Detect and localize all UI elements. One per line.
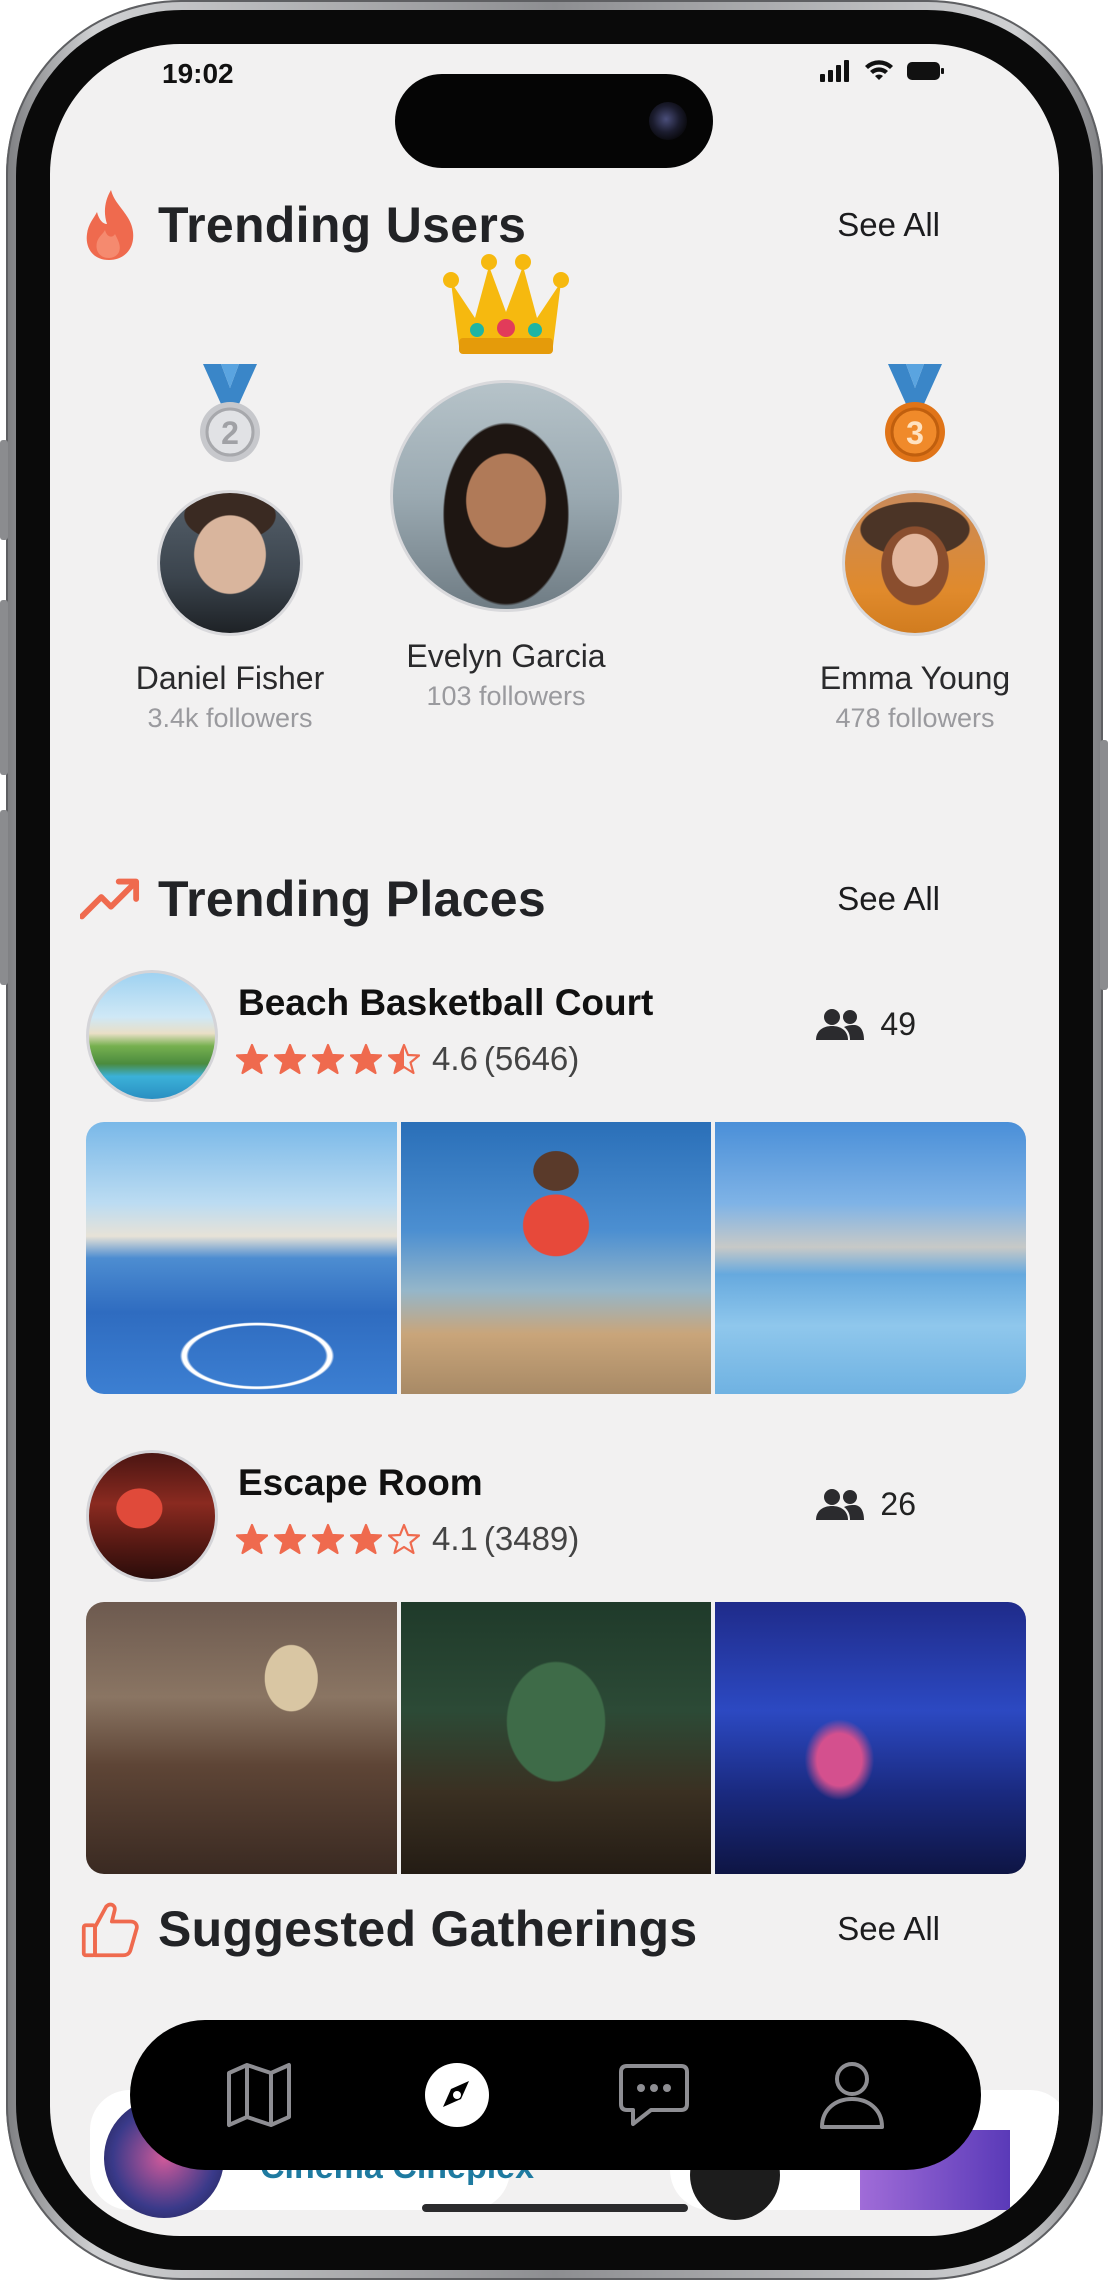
compass-icon: [424, 2063, 489, 2127]
star-icon: [388, 1523, 420, 1555]
place-rating: 4.6 (5646): [236, 1040, 579, 1078]
escape-room-vanity-photo[interactable]: [86, 1602, 397, 1874]
evelyn-garcia-photo: [393, 383, 619, 609]
basketball-player-photo[interactable]: [400, 1122, 712, 1394]
crown-icon: [443, 254, 569, 354]
rating-value: 4.1: [432, 1520, 478, 1557]
attendee-number: 49: [880, 1006, 916, 1042]
escape-room-thumbnail-image: [89, 1453, 215, 1579]
daniel-fisher-photo: [160, 493, 300, 633]
avatar[interactable]: [842, 490, 988, 636]
side-button: [0, 440, 8, 540]
place-thumbnail[interactable]: [86, 970, 218, 1102]
emma-young-photo: [845, 493, 985, 633]
place-thumbnail[interactable]: [86, 1450, 218, 1582]
star-icon: [350, 1043, 382, 1075]
suggested-gatherings-title: Suggested Gatherings: [158, 1901, 698, 1957]
silver-medal-rank: 2: [221, 415, 239, 451]
people-icon: [816, 1488, 865, 1520]
map-icon: [226, 2063, 291, 2127]
star-icon: [312, 1523, 344, 1555]
rating-stars: [236, 1043, 420, 1075]
escape-room-cage-photo[interactable]: [400, 1602, 712, 1874]
trending-places-see-all-link[interactable]: See All: [837, 880, 940, 918]
nav-explore-button[interactable]: [402, 2040, 512, 2150]
bronze-medal-rank: 3: [906, 415, 924, 451]
beach-court-photo[interactable]: [86, 1122, 397, 1394]
user-name: Evelyn Garcia: [406, 638, 606, 674]
beach-court-thumbnail-image: [89, 973, 215, 1099]
star-icon: [236, 1043, 268, 1075]
camera-icon: [649, 102, 687, 140]
place-rating: 4.1 (3489): [236, 1520, 579, 1558]
silver-medal-icon: 2: [200, 364, 260, 462]
escape-room-neon-photo[interactable]: [715, 1602, 1026, 1874]
user-followers: 3.4k followers: [147, 703, 313, 733]
chat-bubble-icon: [619, 2064, 690, 2126]
suggested-gatherings-header: Suggested Gatherings See All: [80, 1894, 1010, 1964]
suggested-gatherings-see-all-link[interactable]: See All: [837, 1910, 940, 1948]
avatar[interactable]: [390, 380, 622, 612]
star-icon: [274, 1523, 306, 1555]
trending-places-header: Trending Places See All: [80, 864, 1010, 934]
volume-up-button: [0, 600, 8, 775]
bottom-navigation: [130, 2020, 981, 2170]
attendee-count: 49: [814, 1006, 916, 1043]
dynamic-island: [395, 74, 713, 168]
star-icon: [274, 1043, 306, 1075]
status-icons: [820, 60, 946, 82]
user-name: Emma Young: [819, 660, 1011, 696]
star-icon: [388, 1043, 420, 1075]
bronze-medal-icon: 3: [885, 364, 945, 462]
trending-users-see-all-link[interactable]: See All: [837, 206, 940, 244]
user-followers: 103 followers: [426, 681, 586, 711]
people-icon: [816, 1008, 865, 1040]
trending-places-title: Trending Places: [158, 871, 546, 927]
trending-user-card[interactable]: 2 Daniel Fisher 3.4k followers: [130, 364, 330, 734]
nav-profile-button[interactable]: [797, 2040, 907, 2150]
place-photo-strip: [86, 1122, 1026, 1394]
user-followers: 478 followers: [835, 703, 995, 733]
status-time: 19:02: [162, 58, 234, 89]
attendee-number: 26: [880, 1486, 916, 1522]
court-view-photo[interactable]: [715, 1122, 1026, 1394]
trending-up-icon: [80, 864, 140, 934]
avatar[interactable]: [157, 490, 303, 636]
rating-value: 4.6: [432, 1040, 478, 1077]
power-button: [1100, 740, 1108, 990]
battery-icon: [907, 62, 944, 80]
home-indicator: [422, 2204, 688, 2212]
signal-icon: [820, 60, 849, 82]
review-count: (5646): [483, 1040, 580, 1077]
person-icon: [820, 2062, 885, 2129]
nav-map-button[interactable]: [204, 2040, 314, 2150]
place-photo-strip: [86, 1602, 1026, 1874]
thumbs-up-icon: [80, 1894, 140, 1964]
attendee-count: 26: [814, 1486, 916, 1523]
wifi-icon: [865, 60, 893, 80]
star-icon: [236, 1523, 268, 1555]
rating-stars: [236, 1523, 420, 1555]
app-screen: 19:02 Trending Users See All 2 Daniel Fi…: [50, 44, 1059, 2236]
place-name: Beach Basketball Court: [238, 982, 654, 1023]
place-item[interactable]: Beach Basketball Court 4.6 (5646) 49: [86, 970, 986, 1102]
volume-down-button: [0, 810, 8, 985]
user-name: Daniel Fisher: [135, 660, 325, 696]
nav-chat-button[interactable]: [599, 2040, 709, 2150]
place-name: Escape Room: [238, 1462, 483, 1503]
place-item[interactable]: Escape Room 4.1 (3489) 26: [86, 1450, 986, 1582]
flame-icon: [80, 190, 140, 260]
trending-user-card[interactable]: 3 Emma Young 478 followers: [810, 364, 1020, 734]
star-icon: [350, 1523, 382, 1555]
star-icon: [312, 1043, 344, 1075]
review-count: (3489): [483, 1520, 580, 1557]
trending-user-card[interactable]: Evelyn Garcia 103 followers: [386, 242, 626, 712]
